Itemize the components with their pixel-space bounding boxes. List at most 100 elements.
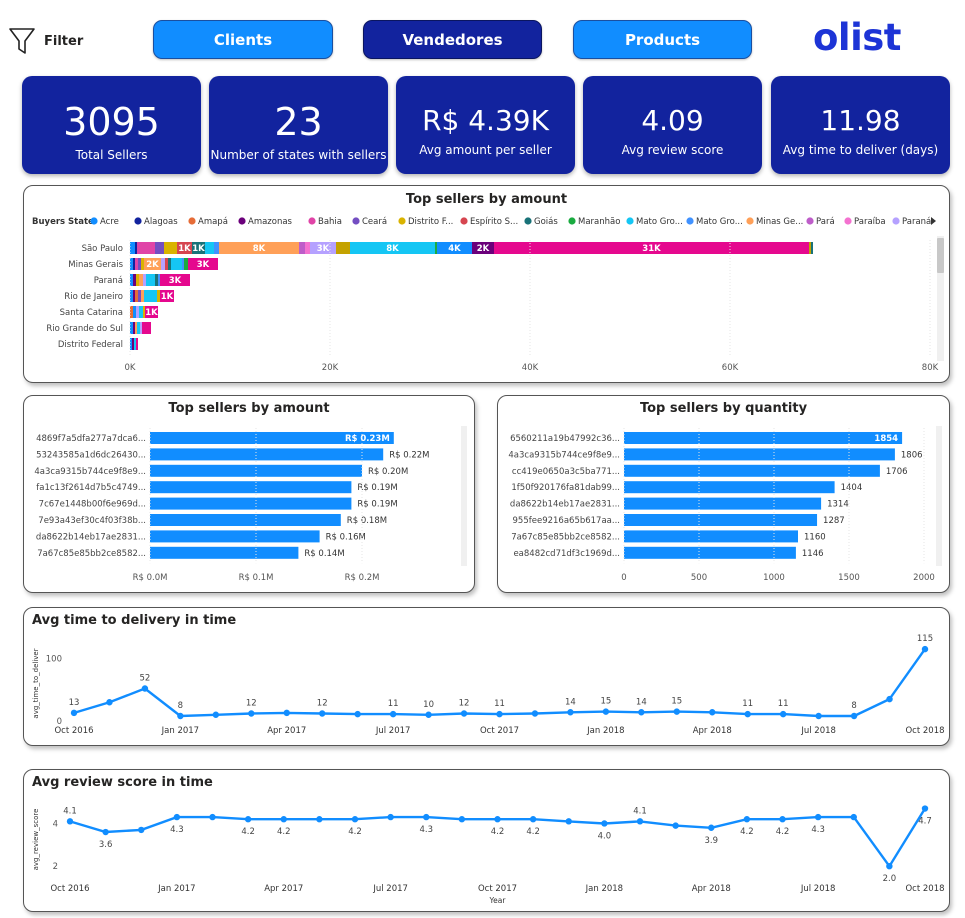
stack-segment (146, 274, 155, 286)
segment-label: 2K (477, 244, 490, 254)
x-tick-label: Jul 2017 (375, 726, 411, 736)
category-label: fa1c13f2614d7b5c4749... (36, 483, 146, 493)
data-label: 15 (600, 697, 611, 707)
x-tick-label: R$ 0.1M (239, 573, 274, 583)
vendedores-button[interactable]: Vendedores (363, 20, 542, 59)
panel-stacked-sellers: Top sellers by amount Buyers State Acre Al… (23, 185, 950, 383)
x-tick-label: Oct 2016 (54, 726, 93, 736)
x-tick-label: 20K (322, 363, 339, 373)
amount-bar-chart[interactable]: 4869f7a5dfa277a7dca6... R$ 0.23M 53243585a… (24, 396, 475, 593)
data-point (814, 813, 822, 821)
data-point (173, 813, 181, 821)
data-label: R$ 0.16M (326, 532, 366, 542)
data-label: 12 (317, 699, 328, 709)
segment-label: 4K (448, 244, 461, 254)
data-label: 4.2 (277, 827, 291, 837)
category-label: 955fee9216a65b617aa... (513, 516, 620, 526)
data-label: R$ 0.20M (368, 467, 408, 477)
bar (150, 546, 299, 559)
data-point (565, 818, 572, 825)
legend-swatch (188, 217, 196, 225)
legend-next-icon (931, 217, 936, 225)
category-label: 4a3ca9315b744ce9f8e9... (34, 467, 146, 477)
data-label: 11 (494, 699, 505, 709)
data-point (66, 818, 74, 825)
data-point (567, 709, 574, 716)
data-point (319, 710, 326, 717)
legend-swatch (308, 217, 316, 225)
delivery-line-chart[interactable]: 0100avg_time_to_deliver 13528 12 12 11 10 12 11… (24, 608, 950, 746)
segment-label: 2K (146, 260, 159, 270)
data-label: 4.2 (348, 827, 362, 837)
legend-item: Mato Gro... (696, 217, 743, 227)
category-label: ea8482cd71df3c1969d... (513, 549, 620, 559)
data-point (850, 813, 857, 821)
data-point (354, 710, 361, 718)
x-tick-label: Jul 2017 (372, 884, 408, 894)
stack-segment (135, 242, 137, 254)
category-label: Rio de Janeiro (64, 292, 123, 302)
stack-segment (157, 290, 160, 302)
category-label: 7e93a43ef30c4f03f38b... (38, 516, 146, 526)
kpi-states: 23 Number of states with sellers (209, 76, 388, 174)
category-label: 7a67c85e85bb2ce8582... (511, 532, 620, 542)
filter-button[interactable]: Filter (8, 25, 88, 57)
data-label: 11 (388, 699, 399, 709)
legend-item: Acre (100, 217, 119, 227)
data-point (494, 816, 501, 823)
stack-segment (138, 258, 141, 270)
y-axis-label: avg_time_to_deliver (32, 648, 40, 718)
data-point (283, 709, 290, 717)
data-point (921, 805, 929, 812)
segment-label: 1K (178, 244, 191, 254)
data-point (815, 712, 822, 720)
legend-item: Bahia (318, 217, 342, 227)
stacked-bar-chart[interactable]: Buyers State Acre Alagoas Amapá Amazonas Bahi… (24, 186, 950, 383)
category-label: 1f50f920176fa81dab99... (511, 483, 620, 493)
stack-segment (299, 242, 305, 254)
stack-segment (214, 242, 219, 254)
data-label: 4.7 (918, 817, 932, 827)
review-line-chart[interactable]: 2 4 avg_review_score 4.1 3.6 4.3 4.2 4.2 4.2 4.3 4… (24, 770, 950, 912)
products-button[interactable]: Products (573, 20, 752, 59)
bar (624, 546, 796, 559)
segment-label: 8K (386, 244, 399, 254)
legend-title: Buyers State (32, 217, 94, 227)
legend-item: Maranhão (578, 217, 620, 227)
stack-segment (133, 290, 135, 302)
data-point (779, 710, 787, 718)
x-tick-label: R$ 0.2M (345, 573, 380, 583)
kpi-avg-review: 4.09 Avg review score (583, 76, 762, 174)
bar (624, 481, 835, 494)
x-tick-label: 60K (722, 363, 739, 373)
x-tick-label: Apr 2017 (267, 726, 306, 736)
x-tick-label: 80K (922, 363, 939, 373)
y-tick-label: 100 (46, 655, 62, 665)
quantity-bar-chart[interactable]: 6560211a19b47992c36... 1854 4a3ca9315b744c… (498, 396, 950, 593)
data-label: R$ 0.22M (389, 450, 429, 460)
kpi-label: Total Sellers (75, 148, 148, 162)
x-tick-label: 2000 (913, 573, 935, 583)
data-point (744, 710, 751, 718)
data-label: 12 (459, 699, 470, 709)
x-tick-label: 40K (522, 363, 539, 373)
stack-segment (336, 242, 350, 254)
clients-button[interactable]: Clients (153, 20, 333, 59)
legend-swatch (568, 217, 576, 225)
stack-segment (305, 242, 310, 254)
stack-segment (168, 258, 171, 270)
data-point (531, 710, 539, 717)
stack-segment (142, 322, 151, 334)
scrollbar-track (461, 426, 467, 566)
data-label: 1854 (874, 434, 898, 444)
stack-segment (136, 274, 139, 286)
x-tick-label: R$ 0.0M (133, 573, 168, 583)
legend-swatch (352, 217, 360, 225)
stack-segment (809, 242, 811, 254)
kpi-label: Number of states with sellers (210, 148, 387, 162)
legend-swatch (844, 217, 852, 225)
stack-segment (133, 258, 135, 270)
data-point (921, 645, 929, 653)
data-point (886, 862, 893, 870)
data-label: 14 (565, 697, 576, 707)
